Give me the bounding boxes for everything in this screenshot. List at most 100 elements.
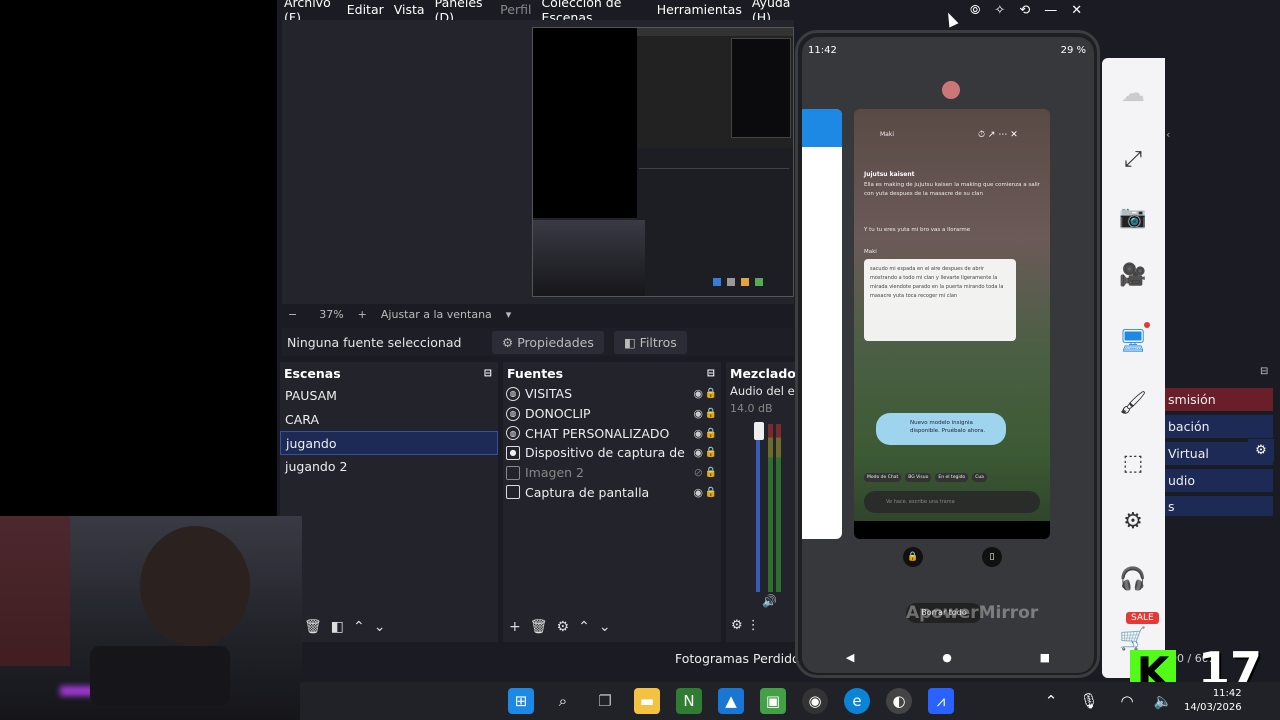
zoom-in-button[interactable]: + bbox=[358, 308, 367, 321]
cast-icon[interactable]: 🖥 bbox=[1118, 326, 1148, 356]
windows-start-icon[interactable]: ⊞ bbox=[508, 688, 534, 714]
share-icon[interactable]: ↗ bbox=[988, 130, 996, 140]
volume-slider-handle[interactable] bbox=[754, 422, 764, 440]
chrome-icon[interactable]: ◐ bbox=[886, 688, 912, 714]
record-icon[interactable]: ⦾ bbox=[970, 3, 980, 18]
lock-icon[interactable]: 🔒 bbox=[705, 467, 717, 478]
pin-icon[interactable]: ✧ bbox=[994, 3, 1005, 18]
menu-vista[interactable]: Vista bbox=[394, 2, 425, 17]
minimize-icon[interactable]: — bbox=[1044, 3, 1057, 18]
menu-perfil[interactable]: Perfil bbox=[500, 2, 531, 17]
chat-chip[interactable]: BG Visuo bbox=[905, 473, 932, 482]
virtual-camera-gear-icon[interactable]: ⚙ bbox=[1248, 439, 1274, 462]
move-down-icon[interactable]: ⌄ bbox=[599, 619, 611, 635]
select-area-icon[interactable]: ⬚ bbox=[1118, 448, 1148, 478]
app-green-icon[interactable]: ▣ bbox=[760, 688, 786, 714]
source-item[interactable]: ◍ VISITAS ◉ 🔒 bbox=[503, 384, 721, 404]
record-video-icon[interactable]: 🎥 bbox=[1118, 260, 1148, 290]
filters-button[interactable]: ◧ Filtros bbox=[613, 330, 687, 354]
avatar[interactable] bbox=[942, 81, 960, 99]
chat-input[interactable]: Ve hace. escribe una trama bbox=[864, 491, 1040, 513]
speaker-icon[interactable]: 🔊 bbox=[762, 594, 777, 608]
start-recording-button[interactable]: bación bbox=[1165, 415, 1273, 438]
source-item[interactable]: Imagen 2 ⊘ 🔒 bbox=[503, 463, 721, 483]
wifi-icon[interactable]: ◠ bbox=[1114, 688, 1140, 714]
studio-mode-button[interactable]: udio bbox=[1165, 469, 1273, 492]
source-item[interactable]: ◍ DONOCLIP ◉ 🔒 bbox=[503, 404, 721, 424]
lock-icon[interactable]: 🔒 bbox=[705, 428, 717, 439]
close-icon[interactable]: ✕ bbox=[1071, 3, 1082, 18]
menu-herramientas[interactable]: Herramientas bbox=[657, 2, 742, 17]
lock-icon[interactable]: 🔒 bbox=[705, 408, 717, 419]
screenshot-icon[interactable]: 📷 bbox=[1118, 202, 1148, 232]
source-item[interactable]: ◍ CHAT PERSONALIZADO ◉ 🔒 bbox=[503, 423, 721, 443]
home-icon[interactable]: ● bbox=[942, 651, 952, 673]
obs-icon[interactable]: ◉ bbox=[802, 688, 828, 714]
dock-menu-icon[interactable]: ⊟ bbox=[1260, 366, 1268, 377]
settings-button[interactable]: s bbox=[1165, 496, 1273, 516]
apowermirror-icon[interactable]: ⩘ bbox=[928, 688, 954, 714]
file-explorer-icon[interactable]: ▬ bbox=[634, 688, 660, 714]
dock-menu-icon[interactable]: ⊟ bbox=[707, 368, 715, 379]
scene-filter-icon[interactable]: ◧ bbox=[331, 619, 344, 635]
taskbar-clock[interactable]: 11:42 14/03/2026 bbox=[1184, 687, 1242, 715]
scene-item[interactable]: PAUSAM bbox=[280, 384, 498, 408]
fit-window-select[interactable]: Ajustar a la ventana bbox=[381, 308, 492, 321]
menu-editar[interactable]: Editar bbox=[347, 2, 384, 17]
scene-item-selected[interactable]: jugando bbox=[280, 431, 498, 455]
timer-icon[interactable]: ⏱ bbox=[978, 130, 985, 140]
source-item[interactable]: Captura de pantalla ◉ 🔒 bbox=[503, 482, 721, 502]
microphone-icon[interactable]: 🎙 bbox=[1076, 688, 1102, 714]
trash-icon[interactable]: 🗑 bbox=[304, 619, 322, 635]
mixer-gear-icon[interactable]: ⚙ ⋮ bbox=[731, 618, 760, 633]
recent-app-card-chat[interactable]: Maki ⏱ ↗ ⋯ ✕ Jujutsu kaisent Ella es mak… bbox=[854, 109, 1050, 539]
scene-item[interactable]: CARA bbox=[280, 408, 498, 432]
new-model-banner[interactable]: Nuevo modelo insignia disponible. Pruéba… bbox=[876, 413, 1006, 445]
scene-item[interactable]: jugando 2 bbox=[280, 455, 498, 479]
lock-icon[interactable]: 🔒 bbox=[705, 447, 717, 458]
volume-slider-track[interactable] bbox=[756, 424, 760, 592]
eye-icon[interactable]: ◉ bbox=[693, 387, 703, 400]
restore-icon[interactable]: ⟲ bbox=[1019, 3, 1030, 18]
close-icon[interactable]: ✕ bbox=[1010, 130, 1018, 140]
add-icon[interactable]: + bbox=[509, 619, 521, 635]
split-screen-icon[interactable]: ▯ bbox=[982, 547, 1002, 567]
photos-icon[interactable]: ▲ bbox=[718, 688, 744, 714]
volume-icon[interactable]: 🔈 bbox=[1150, 688, 1176, 714]
excel-icon[interactable]: N bbox=[676, 688, 702, 714]
move-up-icon[interactable]: ⌃ bbox=[353, 619, 365, 635]
search-icon[interactable]: ⌕ bbox=[550, 688, 576, 714]
sale-badge[interactable]: SALE bbox=[1126, 612, 1159, 624]
zoom-out-button[interactable]: − bbox=[288, 308, 297, 321]
chevron-up-icon[interactable]: ⌃ bbox=[1038, 688, 1064, 714]
recent-app-card-left[interactable] bbox=[802, 109, 842, 539]
brush-icon[interactable]: 🖌 bbox=[1118, 388, 1148, 418]
back-icon[interactable]: ◀ bbox=[846, 651, 854, 673]
task-view-icon[interactable]: ❐ bbox=[592, 688, 618, 714]
dock-menu-icon[interactable]: ⊟ bbox=[484, 368, 492, 379]
more-icon[interactable]: ⋯ bbox=[998, 130, 1007, 140]
eye-hidden-icon[interactable]: ⊘ bbox=[694, 466, 703, 479]
recents-icon[interactable]: ■ bbox=[1040, 651, 1050, 673]
edge-icon[interactable]: e bbox=[844, 688, 870, 714]
eye-icon[interactable]: ◉ bbox=[693, 486, 703, 499]
properties-button[interactable]: ⚙ Propiedades bbox=[492, 330, 604, 354]
settings-icon[interactable]: ⚙ bbox=[1118, 506, 1148, 536]
eye-icon[interactable]: ◉ bbox=[693, 427, 703, 440]
move-down-icon[interactable]: ⌄ bbox=[374, 619, 386, 635]
trash-icon[interactable]: 🗑 bbox=[530, 619, 548, 635]
chat-chip[interactable]: En el tegido bbox=[935, 473, 969, 482]
move-up-icon[interactable]: ⌃ bbox=[578, 619, 590, 635]
eye-icon[interactable]: ◉ bbox=[693, 407, 703, 420]
chat-chip[interactable]: Cua bbox=[972, 473, 987, 482]
collapse-icon[interactable]: ‹ bbox=[1166, 128, 1170, 141]
lock-icon[interactable]: 🔒 bbox=[705, 388, 717, 399]
eye-icon[interactable]: ◉ bbox=[693, 446, 703, 459]
lock-icon[interactable]: 🔒 bbox=[705, 487, 717, 498]
start-streaming-button[interactable]: smisión bbox=[1165, 388, 1273, 411]
fullscreen-icon[interactable]: ⤢ bbox=[1118, 144, 1148, 174]
chevron-down-icon[interactable]: ▾ bbox=[506, 308, 512, 321]
chat-chip[interactable]: Modo de Chat bbox=[864, 473, 902, 482]
source-item[interactable]: ● Dispositivo de captura de v ◉ 🔒 bbox=[503, 443, 721, 463]
headset-icon[interactable]: 🎧 bbox=[1118, 564, 1148, 594]
